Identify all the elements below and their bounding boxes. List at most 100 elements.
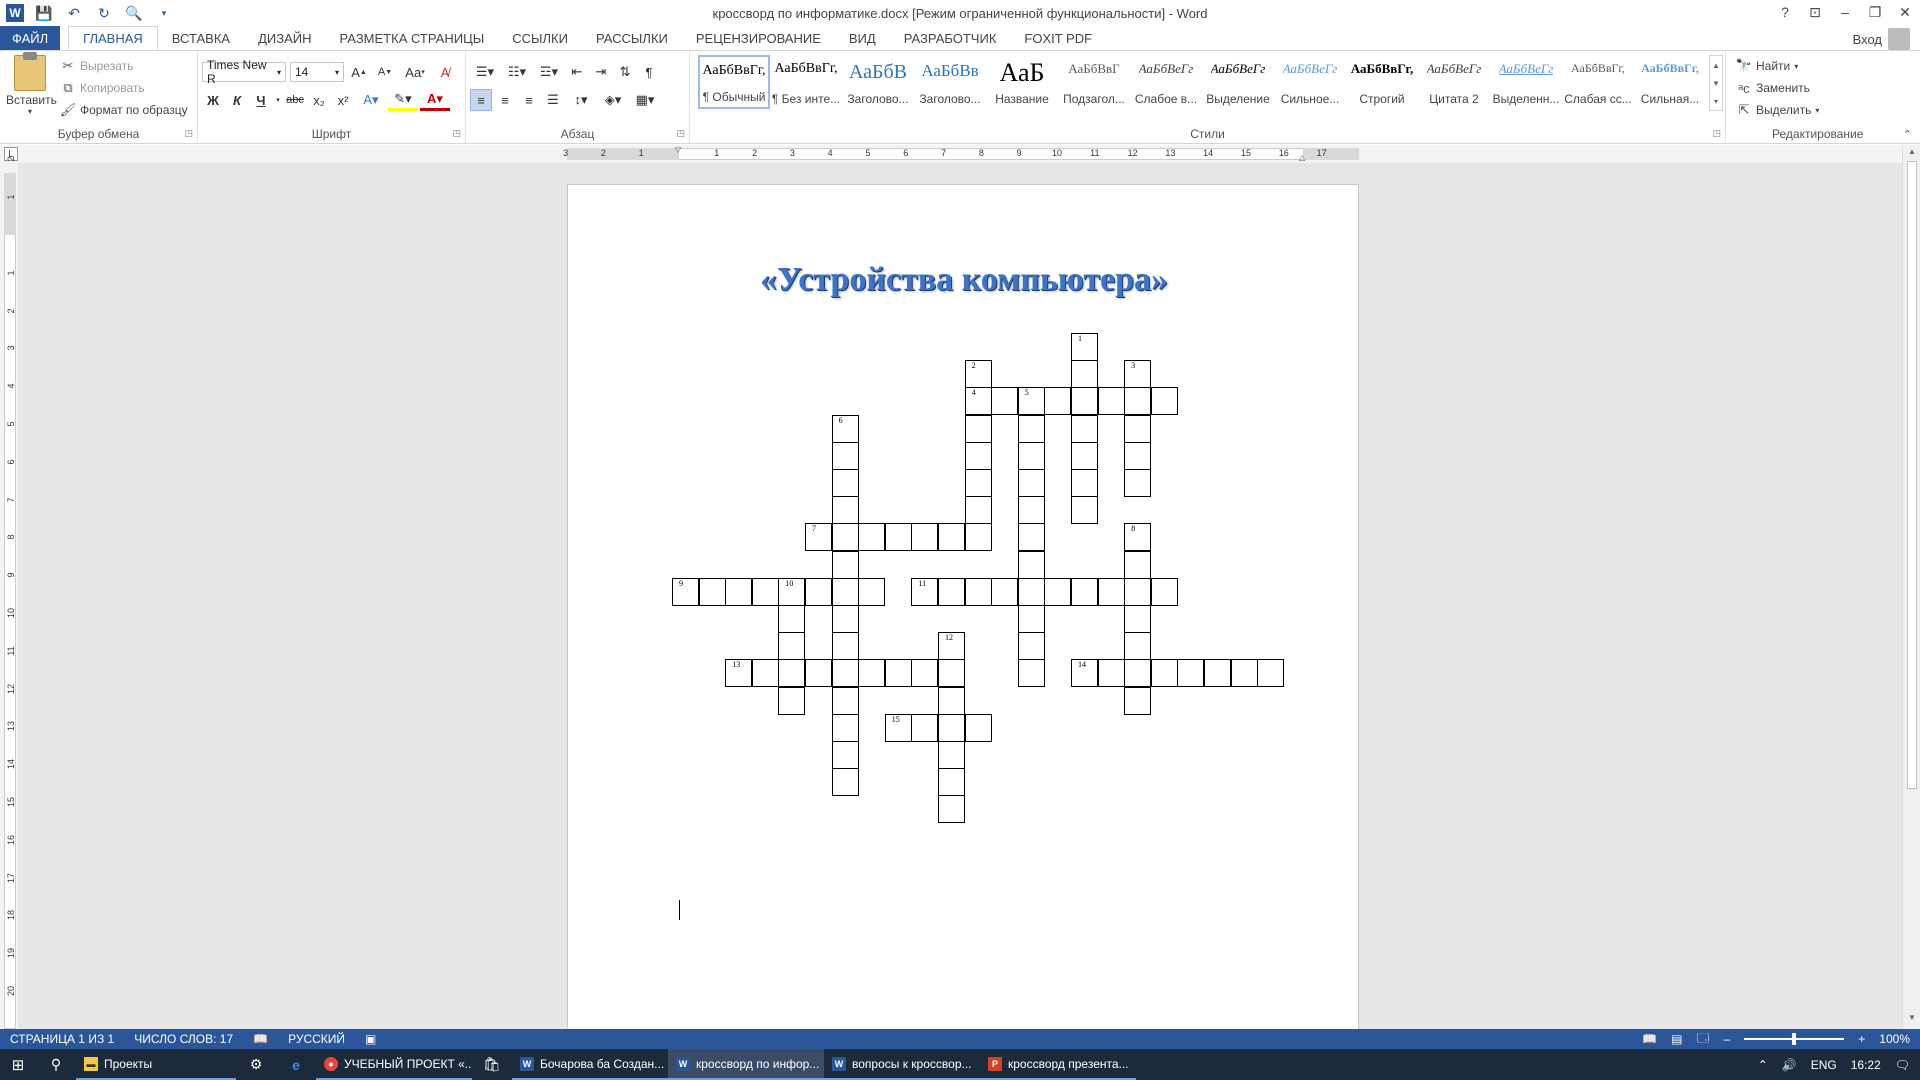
page-count[interactable]: СТРАНИЦА 1 ИЗ 1 [0, 1032, 124, 1046]
style-strong[interactable]: АаБбВвГг, Строгий [1346, 55, 1418, 109]
taskbar-item-chrome[interactable]: ● УЧЕБНЫЙ ПРОЕКТ «... [316, 1049, 472, 1080]
underline-dropdown-icon[interactable]: ▾ [274, 89, 282, 111]
tab-references[interactable]: ССЫЛКИ [498, 26, 582, 50]
more-styles-icon[interactable]: ▾ [1714, 97, 1718, 106]
volume-icon[interactable]: 🔊 [1782, 1058, 1797, 1072]
style-intense-emphasis[interactable]: АаБбВеГг Сильное... [1274, 55, 1346, 109]
cut-button[interactable]: ✂ Вырезать [60, 55, 188, 77]
multilevel-list-icon[interactable]: ☲▾ [534, 61, 564, 83]
scroll-up-icon[interactable]: ▲ [1903, 147, 1920, 161]
minimize-button[interactable]: – [1830, 0, 1860, 24]
bold-button[interactable]: Ж [202, 89, 224, 111]
scrollbar-thumb[interactable] [1907, 161, 1917, 789]
zoom-out-icon[interactable]: – [1724, 1032, 1731, 1046]
horizontal-ruler[interactable]: L 3 2 1 1 2 3 4 5 6 7 8 9 10 11 12 13 14 15 16 17 ▽ △ [0, 145, 1920, 163]
tab-foxit-pdf[interactable]: FOXIT PDF [1010, 26, 1106, 50]
italic-button[interactable]: К [226, 89, 248, 111]
chevron-down-icon[interactable]: ▼ [1712, 79, 1720, 88]
web-layout-icon[interactable]: 🗔 [1697, 1029, 1710, 1050]
highlight-color-icon[interactable]: ✎▾ [388, 89, 418, 111]
paragraph-dialog-launcher-icon[interactable]: ◳ [676, 128, 685, 139]
tab-review[interactable]: РЕЦЕНЗИРОВАНИЕ [682, 26, 835, 50]
numbering-icon[interactable]: ☷▾ [502, 61, 532, 83]
style-intense-quote[interactable]: АаБбВеГг Выделенн... [1490, 55, 1562, 109]
tab-file[interactable]: ФАЙЛ [0, 26, 61, 50]
style-subtitle[interactable]: АаБбВвГ Подзагол... [1058, 55, 1130, 109]
notifications-icon[interactable]: 🗨 [1895, 1058, 1910, 1072]
edge-icon[interactable]: e [276, 1049, 316, 1080]
font-dialog-launcher-icon[interactable]: ◳ [452, 128, 461, 139]
close-button[interactable]: ✕ [1890, 0, 1920, 24]
search-icon[interactable]: ⚲ [36, 1049, 76, 1080]
keyboard-language[interactable]: ENG [1811, 1058, 1837, 1072]
font-color-icon[interactable]: A▾ [420, 89, 450, 111]
format-painter-button[interactable]: 🖌 Формат по образцу [60, 99, 188, 121]
style-subtle-emphasis[interactable]: АаБбВеГг Слабое в... [1130, 55, 1202, 109]
style-emphasis[interactable]: АаБбВеГг Выделение [1202, 55, 1274, 109]
avatar-icon[interactable] [1888, 28, 1910, 50]
font-size-select[interactable]: 14 ▾ [290, 62, 344, 82]
borders-icon[interactable]: ▦▾ [630, 89, 660, 111]
indent-marker-icon[interactable]: ▽ [675, 145, 681, 154]
document-page[interactable]: «Устройства компьютера» 1 2 4 3 5 6 7 8 9 10 11 12 1… [567, 184, 1359, 1029]
tab-design[interactable]: ДИЗАЙН [244, 26, 325, 50]
style-subtle-reference[interactable]: АаБбВвГг, Слабая сс... [1562, 55, 1634, 109]
zoom-slider-thumb[interactable] [1792, 1033, 1797, 1045]
align-left-icon[interactable]: ≡ [470, 89, 492, 111]
style-normal[interactable]: АаБбВвГг, ¶ Обычный [698, 55, 770, 109]
tab-page-layout[interactable]: РАЗМЕТКА СТРАНИЦЫ [326, 26, 499, 50]
tray-overflow-icon[interactable]: ⌃ [1758, 1058, 1768, 1072]
tab-home[interactable]: ГЛАВНАЯ [68, 26, 158, 50]
shading-icon[interactable]: ◈▾ [598, 89, 628, 111]
decrease-indent-icon[interactable]: ⇤ [566, 61, 588, 83]
select-button[interactable]: ⇱ Выделить ▾ [1736, 99, 1820, 121]
taskbar-item-word-1[interactable]: W Бочарова ба Создан... [512, 1049, 668, 1080]
style-intense-reference[interactable]: АаБбВвГг, Сильная... [1634, 55, 1706, 109]
word-count[interactable]: ЧИСЛО СЛОВ: 17 [124, 1032, 243, 1046]
tab-mailings[interactable]: РАССЫЛКИ [582, 26, 682, 50]
change-case-button[interactable]: Aa ▾ [400, 61, 430, 83]
clock[interactable]: 16:22 [1851, 1058, 1881, 1072]
tab-insert[interactable]: ВСТАВКА [158, 26, 244, 50]
show-formatting-marks-icon[interactable]: ¶ [638, 61, 660, 83]
clipboard-dialog-launcher-icon[interactable]: ◳ [184, 128, 193, 139]
app-icon[interactable]: ⚙ [236, 1049, 276, 1080]
shrink-font-icon[interactable]: A ▼ [374, 61, 396, 83]
style-heading-2[interactable]: АаБбВв Заголово... [914, 55, 986, 109]
scroll-down-icon[interactable]: ▼ [1903, 1013, 1920, 1027]
sort-icon[interactable]: ⇅ [614, 61, 636, 83]
ribbon-display-options-icon[interactable]: ⊡ [1800, 0, 1830, 24]
copy-button[interactable]: ⧉ Копировать [60, 77, 188, 99]
zoom-level[interactable]: 100% [1879, 1032, 1910, 1046]
tab-developer[interactable]: РАЗРАБОТЧИК [890, 26, 1011, 50]
tab-view[interactable]: ВИД [835, 26, 890, 50]
paste-button[interactable]: Вставить ▾ [6, 52, 57, 116]
clear-formatting-icon[interactable]: A̸ [434, 61, 456, 83]
zoom-in-icon[interactable]: + [1858, 1032, 1865, 1046]
subscript-button[interactable]: x₂ [308, 89, 330, 111]
bullets-icon[interactable]: ☰▾ [470, 61, 500, 83]
style-no-spacing[interactable]: АаБбВвГг, ¶ Без инте... [770, 55, 842, 109]
text-effects-icon[interactable]: A▾ [356, 89, 386, 111]
proofing-icon[interactable]: 📖 [243, 1032, 278, 1046]
store-icon[interactable]: 🛍 [472, 1049, 512, 1080]
find-button[interactable]: 🔭 Найти ▾ [1736, 55, 1819, 77]
replace-button[interactable]: ᵃc Заменить [1736, 77, 1819, 99]
restore-button[interactable]: ❐ [1860, 0, 1890, 24]
taskbar-item-projects[interactable]: ▬ Проекты [76, 1049, 236, 1080]
taskbar-item-powerpoint[interactable]: P кроссворд презента... [980, 1049, 1136, 1080]
help-button[interactable]: ? [1770, 0, 1800, 24]
chevron-up-icon[interactable]: ▲ [1712, 61, 1720, 70]
underline-button[interactable]: Ч [250, 89, 272, 111]
read-mode-icon[interactable]: 📖 [1642, 1032, 1657, 1046]
font-name-select[interactable]: Times New R ▾ [202, 58, 286, 86]
zoom-slider[interactable] [1744, 1033, 1845, 1045]
increase-indent-icon[interactable]: ⇥ [590, 61, 612, 83]
vertical-scrollbar[interactable]: ▲ ▼ [1902, 145, 1920, 1029]
align-center-icon[interactable]: ≡ [494, 89, 516, 111]
style-quote-2[interactable]: АаБбВеГг Цитата 2 [1418, 55, 1490, 109]
grow-font-icon[interactable]: A ▲ [348, 61, 370, 83]
vertical-ruler[interactable]: 2 1 1 2 3 4 5 6 7 8 9 10 11 12 13 14 15 16 17 18 19 20 [0, 157, 18, 1029]
print-layout-icon[interactable]: ▤ [1671, 1032, 1682, 1046]
justify-icon[interactable]: ☰ [542, 89, 564, 111]
